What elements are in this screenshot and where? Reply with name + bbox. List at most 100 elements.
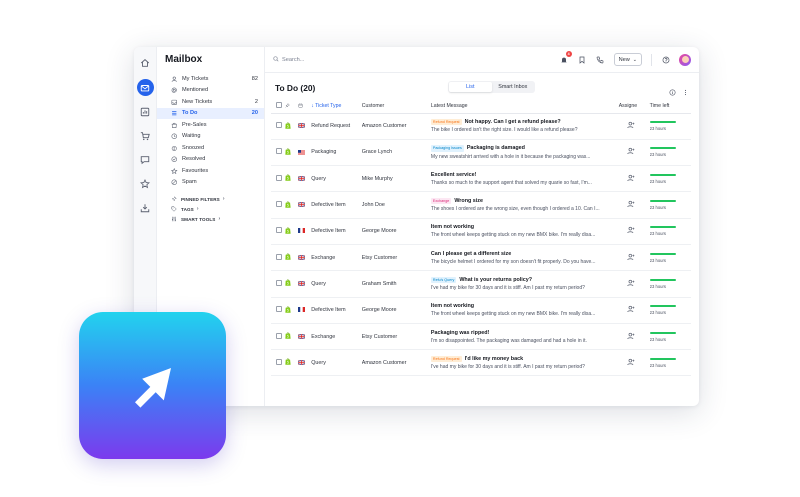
column-header-time-left[interactable]: Time left <box>649 100 691 114</box>
table-row[interactable]: Query Mike Murphy Excellent service! Thanks… <box>271 165 691 193</box>
sidebar-item-new-tickets[interactable]: New Tickets 2 <box>157 96 264 108</box>
table-row[interactable]: Query Graham Smith Refu's Query What is you… <box>271 270 691 298</box>
toggle-list[interactable]: List <box>449 82 492 92</box>
avatar[interactable] <box>679 53 691 66</box>
sidebar-item-to-do[interactable]: To Do 20 <box>157 107 264 119</box>
section-label: SMART TOOLS <box>181 216 216 222</box>
table-header-row: ↓ Ticket Type Customer Latest Message As… <box>271 100 691 114</box>
folder-list: My Tickets 82 Mentioned New Tickets 2 To Do 20… <box>157 73 264 188</box>
latest-message: Can I please get a different size The bic… <box>430 244 619 272</box>
sidebar-item-resolved[interactable]: Resolved <box>157 154 264 166</box>
bookmark-icon[interactable] <box>578 55 587 64</box>
sidebar-item-snoozed[interactable]: Snoozed <box>157 142 264 154</box>
tickets-table: ↓ Ticket Type Customer Latest Message As… <box>271 100 691 377</box>
table-row[interactable]: Defective Item John Doe Exchange Wrong size… <box>271 191 691 219</box>
header-actions <box>669 83 689 101</box>
assign-user-icon[interactable] <box>619 332 635 340</box>
reports-icon[interactable] <box>137 104 153 120</box>
help-icon[interactable] <box>661 55 670 64</box>
latest-message: Exchange Wrong size The shoes I ordered ar… <box>430 191 619 219</box>
table-row[interactable]: Defective Item George Moore Item not worki… <box>271 297 691 324</box>
assign-user-icon[interactable] <box>619 147 635 155</box>
time-left: 23 hours <box>649 349 691 377</box>
assign-user-icon[interactable] <box>619 200 635 208</box>
row-checkbox[interactable] <box>276 253 282 260</box>
shopify-icon <box>285 200 292 210</box>
section-tags[interactable]: TAGS › <box>157 204 264 214</box>
assign-user-icon[interactable] <box>619 279 635 287</box>
home-icon[interactable] <box>137 55 153 71</box>
column-header-assignee[interactable]: Assigne <box>618 100 650 114</box>
view-toggle: List Smart Inbox <box>448 81 535 93</box>
star-icon[interactable] <box>137 176 153 192</box>
more-options-icon[interactable] <box>682 83 689 101</box>
customer-name: Grace Lynch <box>361 139 431 167</box>
sidebar-item-my-tickets[interactable]: My Tickets 82 <box>157 73 264 85</box>
ticket-tag: Exchange <box>430 197 452 205</box>
new-button[interactable]: New ⌄ <box>613 53 642 66</box>
info-icon[interactable] <box>669 83 676 101</box>
row-checkbox[interactable] <box>276 227 282 234</box>
sidebar-item-label: Resolved <box>182 156 206 163</box>
flag-uk-icon <box>297 254 305 261</box>
table-row[interactable]: Defective Item George Moore Item not worki… <box>271 218 691 245</box>
time-left-text: 23 hours <box>649 178 666 184</box>
row-checkbox[interactable] <box>276 332 282 339</box>
row-checkbox[interactable] <box>276 148 282 155</box>
ticket-type: Packaging <box>311 139 362 167</box>
message-subject: Excellent service! <box>430 171 477 178</box>
cart-icon[interactable] <box>137 128 153 144</box>
search-box[interactable]: Search... <box>273 55 304 64</box>
sidebar-item-pre-sales[interactable]: Pre-Sales <box>157 119 264 131</box>
pin-icon[interactable] <box>285 102 291 108</box>
sidebar-title: Mailbox <box>165 54 203 65</box>
chat-icon[interactable] <box>137 152 153 168</box>
latest-message: Excellent service! Thanks so much to the … <box>430 165 619 193</box>
row-checkbox[interactable] <box>276 201 282 208</box>
assign-user-icon[interactable] <box>619 358 635 366</box>
phone-icon[interactable] <box>596 55 605 64</box>
download-icon[interactable] <box>137 200 153 216</box>
table-row[interactable]: Exchange Etsy Customer Can I please get a … <box>271 244 691 272</box>
sidebar-item-waiting[interactable]: Waiting <box>157 131 264 143</box>
latest-message: Refu's Query What is your returns policy?… <box>430 270 619 298</box>
assign-user-icon[interactable] <box>619 121 635 129</box>
assign-user-icon[interactable] <box>619 305 635 313</box>
sidebar-item-label: Mentioned <box>182 87 209 94</box>
section-smart-tools[interactable]: SMART TOOLS › <box>157 214 264 224</box>
row-checkbox[interactable] <box>276 122 282 129</box>
time-left: 23 hours <box>649 218 691 245</box>
sidebar-item-spam[interactable]: Spam <box>157 177 264 189</box>
toggle-smart-inbox[interactable]: Smart Inbox <box>492 82 535 92</box>
assign-user-icon[interactable] <box>619 226 635 234</box>
row-checkbox[interactable] <box>276 306 282 313</box>
table-row[interactable]: Packaging Grace Lynch Packaging Issues Pack… <box>271 139 691 167</box>
calendar-icon[interactable] <box>298 103 303 108</box>
column-header-customer[interactable]: Customer <box>361 100 431 114</box>
row-checkbox[interactable] <box>276 279 282 286</box>
column-header-latest-message[interactable]: Latest Message <box>430 100 619 114</box>
select-all-checkbox[interactable] <box>276 102 282 109</box>
search-input[interactable]: Search... <box>282 57 304 63</box>
sidebar-item-favourites[interactable]: Favourites <box>157 165 264 177</box>
customer-name: Amazon Customer <box>361 349 431 377</box>
toolbar-divider <box>651 53 652 66</box>
row-checkbox[interactable] <box>276 174 282 181</box>
row-checkbox[interactable] <box>276 358 282 365</box>
table-row[interactable]: Refund Request Amazon Customer Refund Requ… <box>271 113 691 140</box>
section-label: TAGS <box>181 206 194 212</box>
customer-name: Etsy Customer <box>361 323 431 351</box>
notifications-button[interactable]: 4 <box>560 51 572 64</box>
topbar: Search... 4 New ⌄ <box>265 47 699 73</box>
section-pinned-filters[interactable]: PINNED FILTERS › <box>157 194 264 204</box>
column-header-ticket-type[interactable]: ↓ Ticket Type <box>311 100 362 114</box>
assign-user-icon[interactable] <box>619 174 635 182</box>
sidebar-item-mentioned[interactable]: Mentioned <box>157 85 264 97</box>
mailbox-icon[interactable] <box>136 79 154 96</box>
ticket-tag: Refu's Query <box>430 276 457 284</box>
table-row[interactable]: Query Amazon Customer Refund Request I'd li… <box>271 349 691 377</box>
table-row[interactable]: Exchange Etsy Customer Packaging was rippe… <box>271 323 691 351</box>
latest-message: Packaging Issues Packaging is damaged My n… <box>430 139 619 167</box>
assign-user-icon[interactable] <box>619 253 635 261</box>
sidebar-item-label: My Tickets <box>182 75 209 82</box>
